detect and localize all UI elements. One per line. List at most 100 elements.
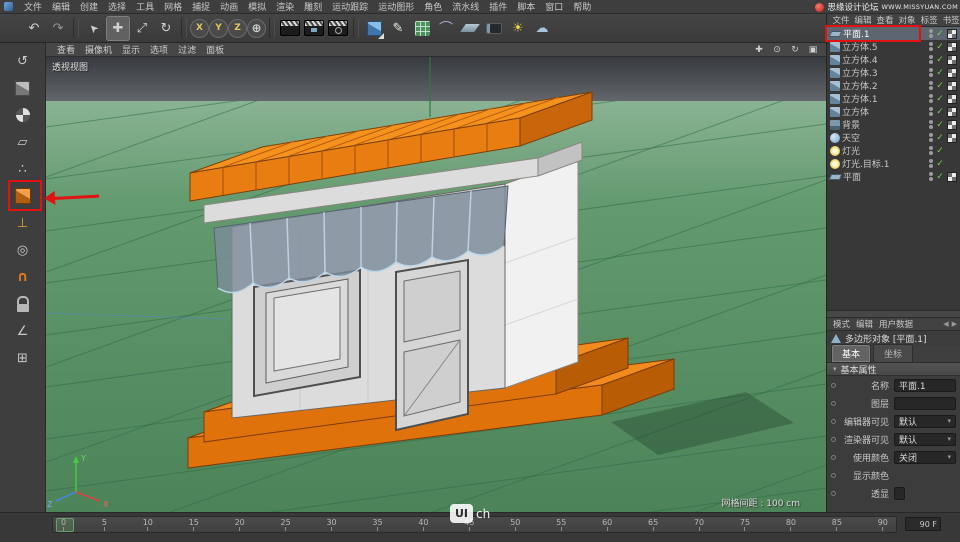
snap-tool[interactable]: ∩ [9, 264, 37, 290]
menu-item[interactable]: 窗口 [540, 0, 568, 13]
menu-item[interactable]: 雕刻 [299, 0, 327, 13]
texture-tag-icon[interactable] [947, 28, 957, 39]
menu-item[interactable]: 文件 [19, 0, 47, 13]
toolbar-separator[interactable] [353, 17, 359, 39]
attribute-tab[interactable]: 坐标 [873, 344, 914, 362]
add-spline-pen-button[interactable]: ✎ [386, 16, 410, 41]
menu-item[interactable]: 角色 [419, 0, 447, 13]
viewport-canvas[interactable]: Y X Z 透视视图 网格间距 : 100 cm [46, 57, 826, 512]
object-row[interactable]: 立方体 [827, 105, 960, 118]
visibility-dots[interactable] [929, 55, 933, 64]
current-frame-marker[interactable] [56, 518, 74, 532]
toolbar-separator[interactable] [181, 17, 187, 39]
visibility-dots[interactable] [929, 107, 933, 116]
visibility-dots[interactable] [929, 68, 933, 77]
enabled-check-icon[interactable] [935, 55, 945, 65]
viewport-menu-item[interactable]: 摄像机 [80, 43, 117, 56]
menu-item[interactable]: 网格 [159, 0, 187, 13]
render-view-button[interactable] [278, 16, 302, 41]
enabled-check-icon[interactable] [935, 29, 945, 39]
attribute-control[interactable] [894, 486, 905, 500]
object-row[interactable]: 立方体.1 [827, 92, 960, 105]
model-mode-tool[interactable] [9, 75, 37, 101]
texture-tag-icon[interactable] [947, 41, 957, 52]
render-picture-viewer-button[interactable] [302, 16, 326, 41]
enabled-check-icon[interactable] [935, 42, 945, 52]
points-mode-tool[interactable]: ∴ [9, 156, 37, 182]
enabled-check-icon[interactable] [935, 81, 945, 91]
visibility-dots[interactable] [929, 172, 933, 181]
texture-mode-tool[interactable] [9, 102, 37, 128]
menu-item[interactable]: 编辑 [47, 0, 75, 13]
history-forward-icon[interactable]: ▶ [952, 320, 957, 328]
redo-button[interactable]: ↷ [46, 16, 70, 41]
enable-axis-tool[interactable]: ⊥ [9, 210, 37, 236]
menu-item[interactable]: 工具 [131, 0, 159, 13]
viewport-menu-item[interactable]: 查看 [52, 43, 80, 56]
menu-item[interactable]: 运动跟踪 [327, 0, 373, 13]
add-light-button[interactable]: ☀ [506, 16, 530, 41]
texture-tag-icon[interactable] [947, 132, 957, 143]
visibility-dots[interactable] [929, 159, 933, 168]
object-manager-menu-item[interactable]: 标签 [918, 14, 940, 26]
attribute-control[interactable]: 默认 [894, 414, 956, 428]
live-selection-tool[interactable]: ➤ [82, 16, 106, 41]
lock-z-axis-button[interactable]: Z [228, 18, 247, 38]
add-floor-button[interactable] [458, 16, 482, 41]
visibility-dots[interactable] [929, 133, 933, 142]
keyframe-dot[interactable] [831, 418, 836, 424]
attribute-control[interactable] [894, 396, 956, 410]
viewport-solo-tool[interactable]: ◎ [9, 237, 37, 263]
make-editable-tool[interactable]: ↺ [9, 48, 37, 74]
menu-item[interactable]: 模拟 [243, 0, 271, 13]
keyframe-dot[interactable] [831, 400, 836, 406]
menu-item[interactable]: 动画 [215, 0, 243, 13]
add-subdivision-surface-button[interactable] [410, 16, 434, 41]
attribute-control[interactable]: 平面.1 [894, 378, 956, 392]
attribute-menu-item[interactable]: 编辑 [853, 318, 876, 330]
visibility-dots[interactable] [929, 94, 933, 103]
visibility-dots[interactable] [929, 81, 933, 90]
enabled-check-icon[interactable] [935, 68, 945, 78]
enabled-check-icon[interactable] [935, 133, 945, 143]
lock-workplane-tool[interactable] [9, 291, 37, 317]
object-row[interactable]: 立方体.4 [827, 53, 960, 66]
keyframe-dot[interactable] [831, 472, 836, 478]
grid-tool[interactable]: ⊞ [9, 345, 37, 371]
object-row[interactable]: 立方体.2 [827, 79, 960, 92]
section-header[interactable]: 基本属性 [827, 363, 960, 376]
lock-x-axis-button[interactable]: X [190, 18, 209, 38]
add-camera-button[interactable] [482, 16, 506, 41]
attribute-control[interactable]: 关闭 [894, 450, 956, 464]
texture-tag-icon[interactable] [947, 119, 957, 130]
object-row[interactable]: 灯光.目标.1 [827, 157, 960, 170]
add-sky-button[interactable]: ☁ [530, 16, 554, 41]
viewport-menu-item[interactable]: 选项 [145, 43, 173, 56]
render-settings-button[interactable] [326, 16, 350, 41]
history-back-icon[interactable]: ◀ [943, 320, 948, 328]
toolbar-separator[interactable] [269, 17, 275, 39]
object-row[interactable]: 背景 [827, 118, 960, 131]
keyframe-dot[interactable] [831, 382, 836, 388]
attribute-control[interactable]: 默认 [894, 432, 956, 446]
enabled-check-icon[interactable] [935, 172, 945, 182]
attribute-menu-item[interactable]: 模式 [830, 318, 853, 330]
enabled-check-icon[interactable] [935, 120, 945, 130]
quantize-tool[interactable]: ∠ [9, 318, 37, 344]
toolbar-separator[interactable] [73, 17, 79, 39]
texture-tag-icon[interactable] [947, 54, 957, 65]
texture-tag-icon[interactable] [947, 80, 957, 91]
menu-item[interactable]: 运动图形 [373, 0, 419, 13]
visibility-dots[interactable] [929, 42, 933, 51]
rotate-tool[interactable]: ↻ [154, 16, 178, 41]
viewport-rotate-icon[interactable]: ↻ [788, 44, 802, 56]
viewport-menu-item[interactable]: 显示 [117, 43, 145, 56]
lock-y-axis-button[interactable]: Y [209, 18, 228, 38]
texture-tag-icon[interactable] [947, 93, 957, 104]
add-deformer-button[interactable]: ⌒ [434, 16, 458, 41]
texture-tag-icon[interactable] [947, 67, 957, 78]
viewport-menu-item[interactable]: 过滤 [173, 43, 201, 56]
object-row[interactable]: 灯光 [827, 144, 960, 157]
menu-item[interactable]: 选择 [103, 0, 131, 13]
attribute-menu-item[interactable]: 用户数据 [876, 318, 916, 330]
